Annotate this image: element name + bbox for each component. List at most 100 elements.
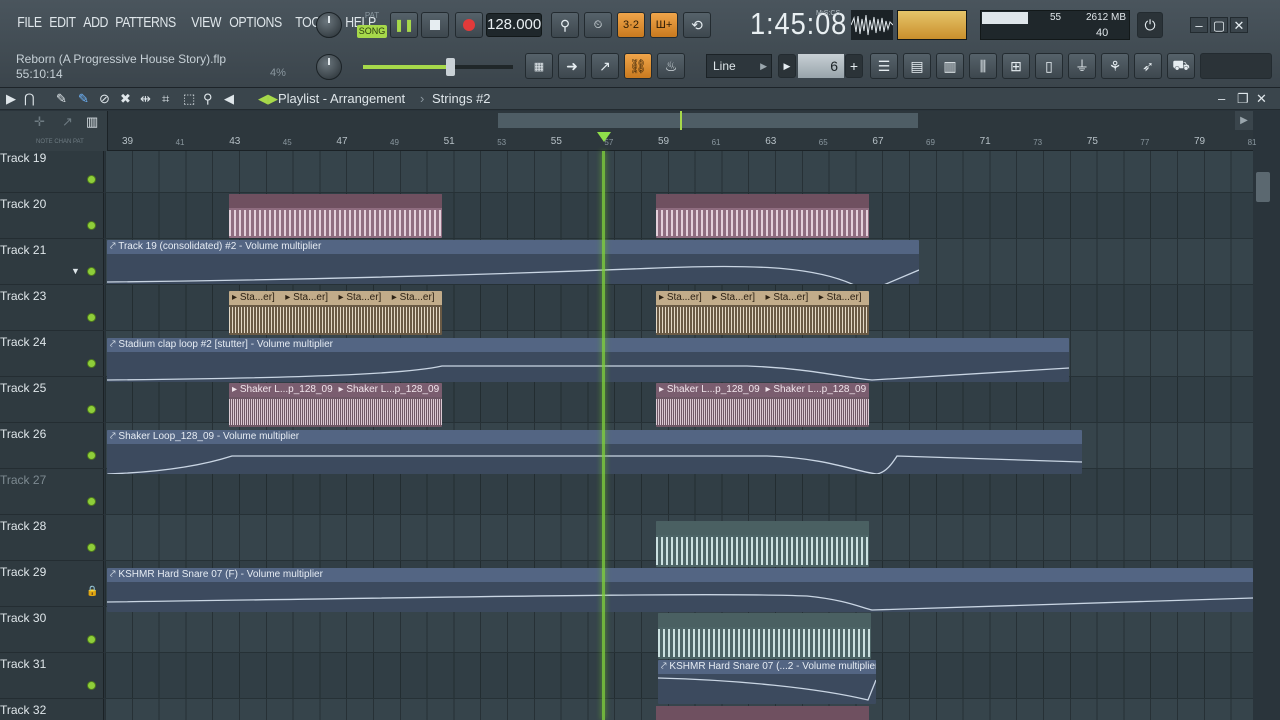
loop-record-button[interactable]: ⟲ [683,12,711,38]
playlist-clip[interactable]: ▸ Sta...er] ▸ Sta...er] ▸ Sta...er] ▸ Sta..… [229,291,442,335]
track-header[interactable]: Track 32 [0,699,104,720]
playback-tool-icon[interactable]: ◀ [224,91,234,107]
delete-tool-icon[interactable]: ⊘ [99,91,110,107]
track-enable-led[interactable] [87,267,96,276]
draw-tool-icon[interactable]: ✎ [56,91,67,107]
vertical-scrollbar[interactable] [1253,151,1280,720]
touch-controller-button[interactable]: ➶ [1134,53,1162,79]
select-tool-icon[interactable]: ⬚ [183,91,195,107]
mute-tool-icon[interactable]: ✖ [120,91,131,107]
playlist-grid[interactable]: ⤤ Track 19 (consolidated) #2 - Volume mu… [105,151,1253,720]
zoom-tool-icon[interactable]: ⚲ [203,91,213,107]
playlist-clip[interactable]: ▸ Shaker L...p_128_09 ▸ Shaker L...p_128_… [229,383,442,427]
main-pitch-knob[interactable] [316,12,342,38]
track-enable-led[interactable] [87,221,96,230]
browser-window-button[interactable]: ⊞ [1002,53,1030,79]
playlist-clip[interactable] [229,194,442,238]
window-minimize-icon[interactable]: – [1218,91,1225,106]
track-enable-led[interactable] [87,405,96,414]
song-overview-strip[interactable] [108,111,1253,130]
track-header[interactable]: Track 26 [0,423,104,469]
maximize-button[interactable]: ▢ [1210,17,1228,33]
track-enable-led[interactable] [87,681,96,690]
playlist-window-button[interactable]: ☰ [870,53,898,79]
automation-clip[interactable]: ⤤ KSHMR Hard Snare 07 (...2 - Volume mul… [658,660,876,704]
snap-magnet-button[interactable]: ♨ [657,53,685,79]
menu-edit[interactable]: EDIT [46,14,79,31]
paint-tool-icon[interactable]: ✎ [78,91,89,107]
track-header[interactable]: Track 25 [0,377,104,423]
typing-keyboard-button[interactable]: ▦ [525,53,553,79]
menu-options[interactable]: OPTIONS [226,14,285,31]
wait-for-input-button[interactable]: ⏲ [584,12,612,38]
mixer-window-button[interactable]: ⫼ [969,53,997,79]
menu-add[interactable]: ADD [80,14,111,31]
window-restore-icon[interactable]: ❐ [1237,91,1249,107]
lock-icon[interactable]: 🔒 [86,586,98,597]
pause-button[interactable]: ❚❚ [390,12,418,38]
track-lane[interactable] [105,469,1253,515]
record-button[interactable] [455,12,483,38]
playlist-clip[interactable]: ▸ Shaker L...p_128_09 ▸ Shaker L...p_128_… [656,383,869,427]
playlist-clip[interactable] [658,613,871,659]
menu-file[interactable]: FILE [14,14,45,31]
magnet-icon[interactable]: ⋂ [24,91,35,107]
blend-notes-button[interactable]: Ш+ [650,12,678,38]
track-enable-led[interactable] [87,497,96,506]
track-header[interactable]: Track 29 🔒 [0,561,104,607]
track-enable-led[interactable] [87,635,96,644]
song-pattern-switch[interactable]: PAT SONG [357,11,387,39]
stop-button[interactable] [421,12,449,38]
countdown-button[interactable]: 3·2 [617,12,645,38]
multilink-button[interactable]: ⛓ [624,53,652,79]
automation-clip[interactable]: ⤤ Stadium clap loop #2 [stutter] - Volum… [107,338,1069,382]
menu-patterns[interactable]: PATTERNS [112,14,179,31]
window-close-icon[interactable]: ✕ [1256,91,1267,107]
master-volume-handle[interactable] [446,58,455,76]
automation-clip[interactable]: ⤤ Track 19 (consolidated) #2 - Volume mu… [107,240,919,284]
slice-tool-icon[interactable]: ⌗ [162,91,169,107]
project-info-button[interactable]: ▯ [1035,53,1063,79]
vertical-scroll-thumb[interactable] [1256,172,1270,202]
current-pattern[interactable]: Strings #2 [432,91,491,106]
track-header[interactable]: Track 21 ▼ [0,239,104,285]
track-enable-led[interactable] [87,543,96,552]
track-enable-led[interactable] [87,359,96,368]
playlist-clip[interactable]: ▸ Sta...er] ▸ Sta...er] ▸ Sta...er] ▸ Sta..… [656,291,869,335]
step-increase-button[interactable]: + [845,54,863,78]
close-button[interactable]: ✕ [1230,17,1248,33]
plugin-database-button[interactable]: ⏚ [1068,53,1096,79]
menu-view[interactable]: VIEW [188,14,224,31]
piano-roll-window-button[interactable]: ▤ [903,53,931,79]
playlist-clip[interactable] [656,706,869,720]
playhead-marker[interactable] [597,132,611,142]
track-lane[interactable] [105,151,1253,193]
step-value-display[interactable]: 6 [798,54,844,78]
minimize-button[interactable]: – [1190,17,1208,33]
track-header[interactable]: Track 19 [0,151,104,193]
overview-viewport[interactable] [498,113,918,128]
plugin-picker-button[interactable]: ⚘ [1101,53,1129,79]
group-collapse-icon[interactable]: ▼ [71,266,80,276]
snap-mode-select[interactable]: Line ▶ [706,54,772,78]
master-pitch-knob[interactable] [316,54,342,80]
step-decrease-button[interactable]: ▶ [778,54,796,78]
step-edit-button[interactable]: ➜ [558,53,586,79]
track-header[interactable]: Track 23 [0,285,104,331]
tempo-display[interactable]: 128.000 [486,13,542,37]
track-header[interactable]: Track 20 [0,193,104,239]
overview-scroll-right[interactable]: ▶ [1235,111,1253,130]
track-header[interactable]: Track 24 [0,331,104,377]
master-volume-slider[interactable] [363,58,513,76]
shop-button[interactable]: ⛟ [1167,53,1195,79]
play-arrow-icon[interactable]: ▶ [6,91,16,107]
arrangement-arrow-icon[interactable]: ◀▶ [258,91,278,107]
track-header[interactable]: Track 30 [0,607,104,653]
playlist-clip[interactable] [656,521,869,567]
slip-tool-icon[interactable]: ⇹ [140,91,151,107]
channel-rack-window-button[interactable]: ▥ [936,53,964,79]
track-header[interactable]: Track 27 [0,469,104,515]
track-enable-led[interactable] [87,313,96,322]
slide-tool-button[interactable]: ↗ [591,53,619,79]
timeline-ruler[interactable]: 39 41 43 45 47 49 51 53 55 57 59 61 63 65 67 69 71 73 75 77… [108,130,1257,151]
